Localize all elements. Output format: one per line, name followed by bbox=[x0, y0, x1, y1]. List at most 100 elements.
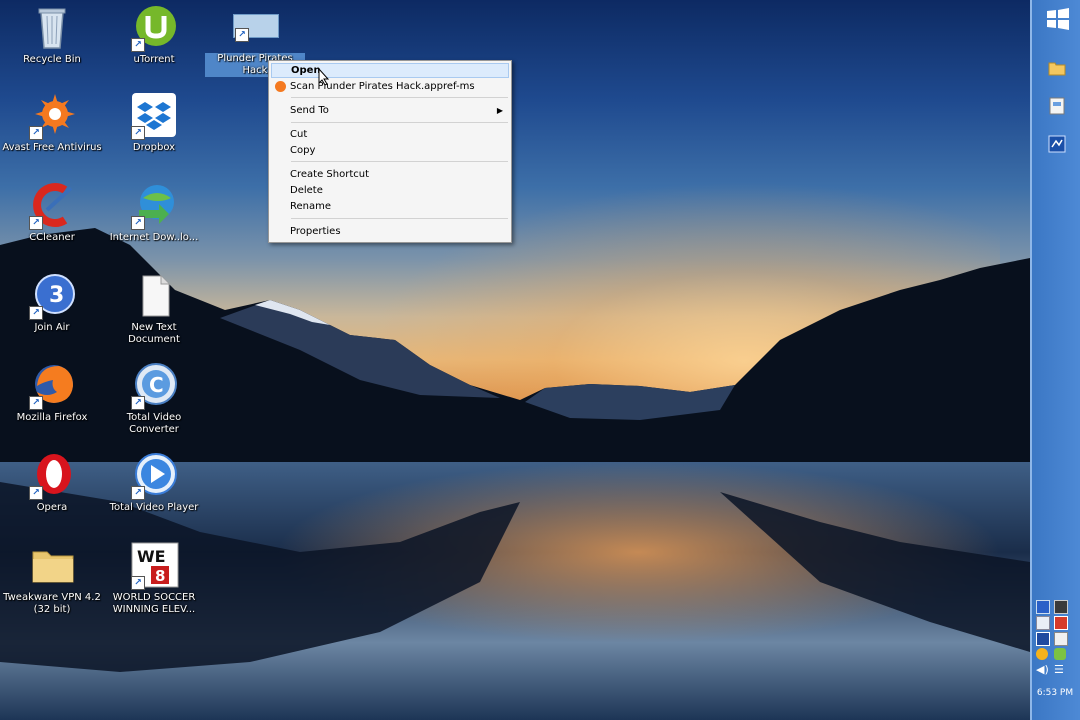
menu-item-label: Create Shortcut bbox=[290, 169, 369, 180]
desktop-icon-world-soccer-winning-eleven[interactable]: WE 8 ↗ WORLD SOCCER WINNING ELEV... bbox=[104, 542, 204, 630]
shortcut-arrow-icon: ↗ bbox=[131, 576, 145, 590]
join-air-icon: 3 ↗ bbox=[27, 272, 77, 320]
desktop-icon-recycle-bin[interactable]: Recycle Bin bbox=[2, 4, 102, 92]
shortcut-arrow-icon: ↗ bbox=[235, 28, 249, 42]
desktop-icon-opera[interactable]: ↗ Opera bbox=[2, 452, 102, 540]
menu-item-scan[interactable]: Scan Plunder Pirates Hack.appref-ms bbox=[271, 79, 509, 94]
submenu-arrow-icon: ▶ bbox=[496, 106, 503, 115]
system-tray: ◀) ☰ bbox=[1032, 598, 1078, 683]
menu-item-delete[interactable]: Delete bbox=[271, 183, 509, 198]
volume-icon[interactable]: ◀) bbox=[1036, 664, 1049, 676]
menu-item-create-shortcut[interactable]: Create Shortcut bbox=[271, 167, 509, 182]
icon-label: New Text Document bbox=[128, 322, 180, 345]
icon-label: Total Video Player bbox=[109, 502, 199, 513]
desktop[interactable]: Recycle Bin ↗ uTorrent ↗ Plunder Pirates… bbox=[0, 0, 1030, 720]
text-document-icon bbox=[129, 272, 179, 320]
tray-close-icon[interactable] bbox=[1054, 616, 1068, 630]
desktop-icon-new-text-document[interactable]: New Text Document bbox=[104, 272, 204, 360]
desktop-icon-dropbox[interactable]: ↗ Dropbox bbox=[104, 92, 204, 180]
tray-network-icon[interactable] bbox=[1036, 632, 1050, 646]
shortcut-arrow-icon: ↗ bbox=[131, 396, 145, 410]
desktop-icon-mozilla-firefox[interactable]: ↗ Mozilla Firefox bbox=[2, 362, 102, 450]
winning-eleven-icon: WE 8 ↗ bbox=[129, 542, 179, 590]
menu-separator bbox=[291, 97, 508, 98]
menu-item-rename[interactable]: Rename bbox=[271, 199, 509, 214]
file-explorer-icon[interactable] bbox=[1048, 60, 1066, 76]
windows-logo-icon[interactable] bbox=[1046, 8, 1069, 30]
icon-label: Opera bbox=[36, 502, 68, 513]
icon-label: Join Air bbox=[34, 322, 70, 333]
desktop-icon-internet-download-manager[interactable]: ↗ Internet Dow..lo... bbox=[104, 182, 204, 270]
menu-item-send-to[interactable]: Send To ▶ bbox=[271, 103, 509, 118]
menu-item-label: Cut bbox=[290, 129, 308, 140]
avast-icon: ↗ bbox=[27, 92, 77, 140]
tray-grid-icon[interactable] bbox=[1054, 600, 1068, 614]
icon-label: Recycle Bin bbox=[23, 54, 81, 65]
tray-app-green-icon[interactable] bbox=[1054, 648, 1066, 660]
shortcut-arrow-icon: ↗ bbox=[29, 306, 43, 320]
shortcut-arrow-icon: ↗ bbox=[29, 216, 43, 230]
menu-item-label: Rename bbox=[290, 201, 332, 212]
desktop-icon-total-video-player[interactable]: ↗ Total Video Player bbox=[104, 452, 204, 540]
tray-bell-icon[interactable] bbox=[1036, 648, 1048, 660]
tray-app-icon[interactable] bbox=[1036, 600, 1050, 614]
document-icon[interactable] bbox=[1049, 97, 1065, 115]
menu-separator bbox=[291, 122, 508, 123]
svg-text:8: 8 bbox=[155, 567, 165, 585]
menu-item-label: Properties bbox=[290, 226, 341, 237]
ccleaner-icon: ↗ bbox=[27, 182, 77, 230]
shortcut-arrow-icon: ↗ bbox=[131, 38, 145, 52]
app-file-icon: ↗ bbox=[227, 14, 283, 48]
icon-label: Internet Dow..lo... bbox=[109, 232, 199, 243]
menu-item-label: Open bbox=[291, 65, 321, 76]
icon-label: Total Video Converter bbox=[126, 412, 182, 435]
icon-label: Mozilla Firefox bbox=[16, 412, 88, 423]
shortcut-arrow-icon: ↗ bbox=[29, 486, 43, 500]
desktop-icon-ccleaner[interactable]: ↗ CCleaner bbox=[2, 182, 102, 270]
firefox-icon: ↗ bbox=[27, 362, 77, 410]
total-video-player-icon: ↗ bbox=[129, 452, 179, 500]
icon-label: CCleaner bbox=[29, 232, 75, 243]
mouse-cursor-icon bbox=[318, 68, 330, 86]
icon-label: Dropbox bbox=[132, 142, 176, 153]
icon-label: WORLD SOCCER WINNING ELEV... bbox=[112, 592, 196, 615]
icon-label: Tweakware VPN 4.2 (32 bit) bbox=[3, 592, 101, 615]
network-signal-icon[interactable]: ☰ bbox=[1054, 664, 1066, 676]
desktop-icon-total-video-converter[interactable]: C ↗ Total Video Converter bbox=[104, 362, 204, 450]
menu-item-cut[interactable]: Cut bbox=[271, 127, 509, 142]
avast-scan-icon bbox=[275, 81, 286, 92]
dropbox-icon: ↗ bbox=[129, 92, 179, 140]
icon-label: uTorrent bbox=[133, 54, 175, 65]
desktop-icon-tweakware-vpn[interactable]: Tweakware VPN 4.2 (32 bit) bbox=[2, 542, 102, 630]
menu-item-label: Send To bbox=[290, 105, 329, 116]
desktop-icon-utorrent[interactable]: ↗ uTorrent bbox=[104, 4, 204, 92]
menu-item-copy[interactable]: Copy bbox=[271, 143, 509, 158]
taskbar-clock[interactable]: 6:53 PM bbox=[1030, 688, 1080, 698]
menu-separator bbox=[291, 161, 508, 162]
shortcut-arrow-icon: ↗ bbox=[131, 216, 145, 230]
app-icon[interactable] bbox=[1048, 135, 1066, 153]
internet-download-manager-icon: ↗ bbox=[129, 182, 179, 230]
tray-sync-icon[interactable] bbox=[1036, 616, 1050, 630]
shortcut-arrow-icon: ↗ bbox=[29, 126, 43, 140]
icon-label: Avast Free Antivirus bbox=[2, 142, 102, 153]
menu-item-open[interactable]: Open bbox=[271, 63, 509, 78]
tray-monitor-icon[interactable] bbox=[1054, 632, 1068, 646]
menu-item-properties[interactable]: Properties bbox=[271, 224, 509, 239]
shortcut-arrow-icon: ↗ bbox=[131, 126, 145, 140]
recycle-bin-icon bbox=[27, 4, 77, 52]
utorrent-icon: ↗ bbox=[129, 4, 179, 52]
desktop-icon-avast[interactable]: ↗ Avast Free Antivirus bbox=[2, 92, 102, 180]
svg-text:3: 3 bbox=[49, 283, 64, 308]
svg-text:C: C bbox=[149, 373, 164, 397]
shortcut-arrow-icon: ↗ bbox=[131, 486, 145, 500]
menu-item-label: Delete bbox=[290, 185, 323, 196]
menu-separator bbox=[291, 218, 508, 219]
shortcut-arrow-icon: ↗ bbox=[29, 396, 43, 410]
total-video-converter-icon: C ↗ bbox=[129, 362, 179, 410]
desktop-icon-join-air[interactable]: 3 ↗ Join Air bbox=[2, 272, 102, 360]
context-menu: Open Scan Plunder Pirates Hack.appref-ms… bbox=[268, 60, 512, 243]
opera-icon: ↗ bbox=[27, 452, 77, 500]
svg-text:WE: WE bbox=[137, 547, 166, 566]
folder-icon bbox=[27, 542, 77, 590]
